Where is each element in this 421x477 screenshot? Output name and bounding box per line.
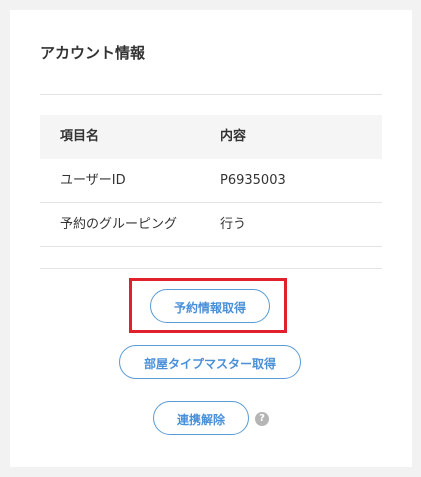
row-value-user-id: P6935003 [220,173,286,188]
column-header-item-name: 項目名 [60,129,100,144]
fetch-room-type-master-button[interactable]: 部屋タイプマスター取得 [119,345,301,379]
fetch-reservations-button[interactable]: 予約情報取得 [150,289,270,323]
account-info-table: 項目名 内容 ユーザーID P6935003 予約のグルーピング 行う [40,115,382,247]
table-header-row: 項目名 内容 [40,115,382,159]
account-info-card: アカウント情報 項目名 内容 ユーザーID P6935003 予約のグルーピング… [10,10,412,467]
unlink-button[interactable]: 連携解除 [153,401,249,435]
help-icon[interactable]: ? [255,412,269,426]
row-label-grouping: 予約のグルーピング [60,217,178,232]
card-title: アカウント情報 [40,44,146,62]
column-header-content: 内容 [220,129,247,144]
row-label-user-id: ユーザーID [60,173,126,188]
row-value-grouping: 行う [220,217,247,232]
divider [40,268,382,269]
table-row: 予約のグルーピング 行う [40,203,382,247]
divider [40,94,382,95]
table-row: ユーザーID P6935003 [40,159,382,203]
